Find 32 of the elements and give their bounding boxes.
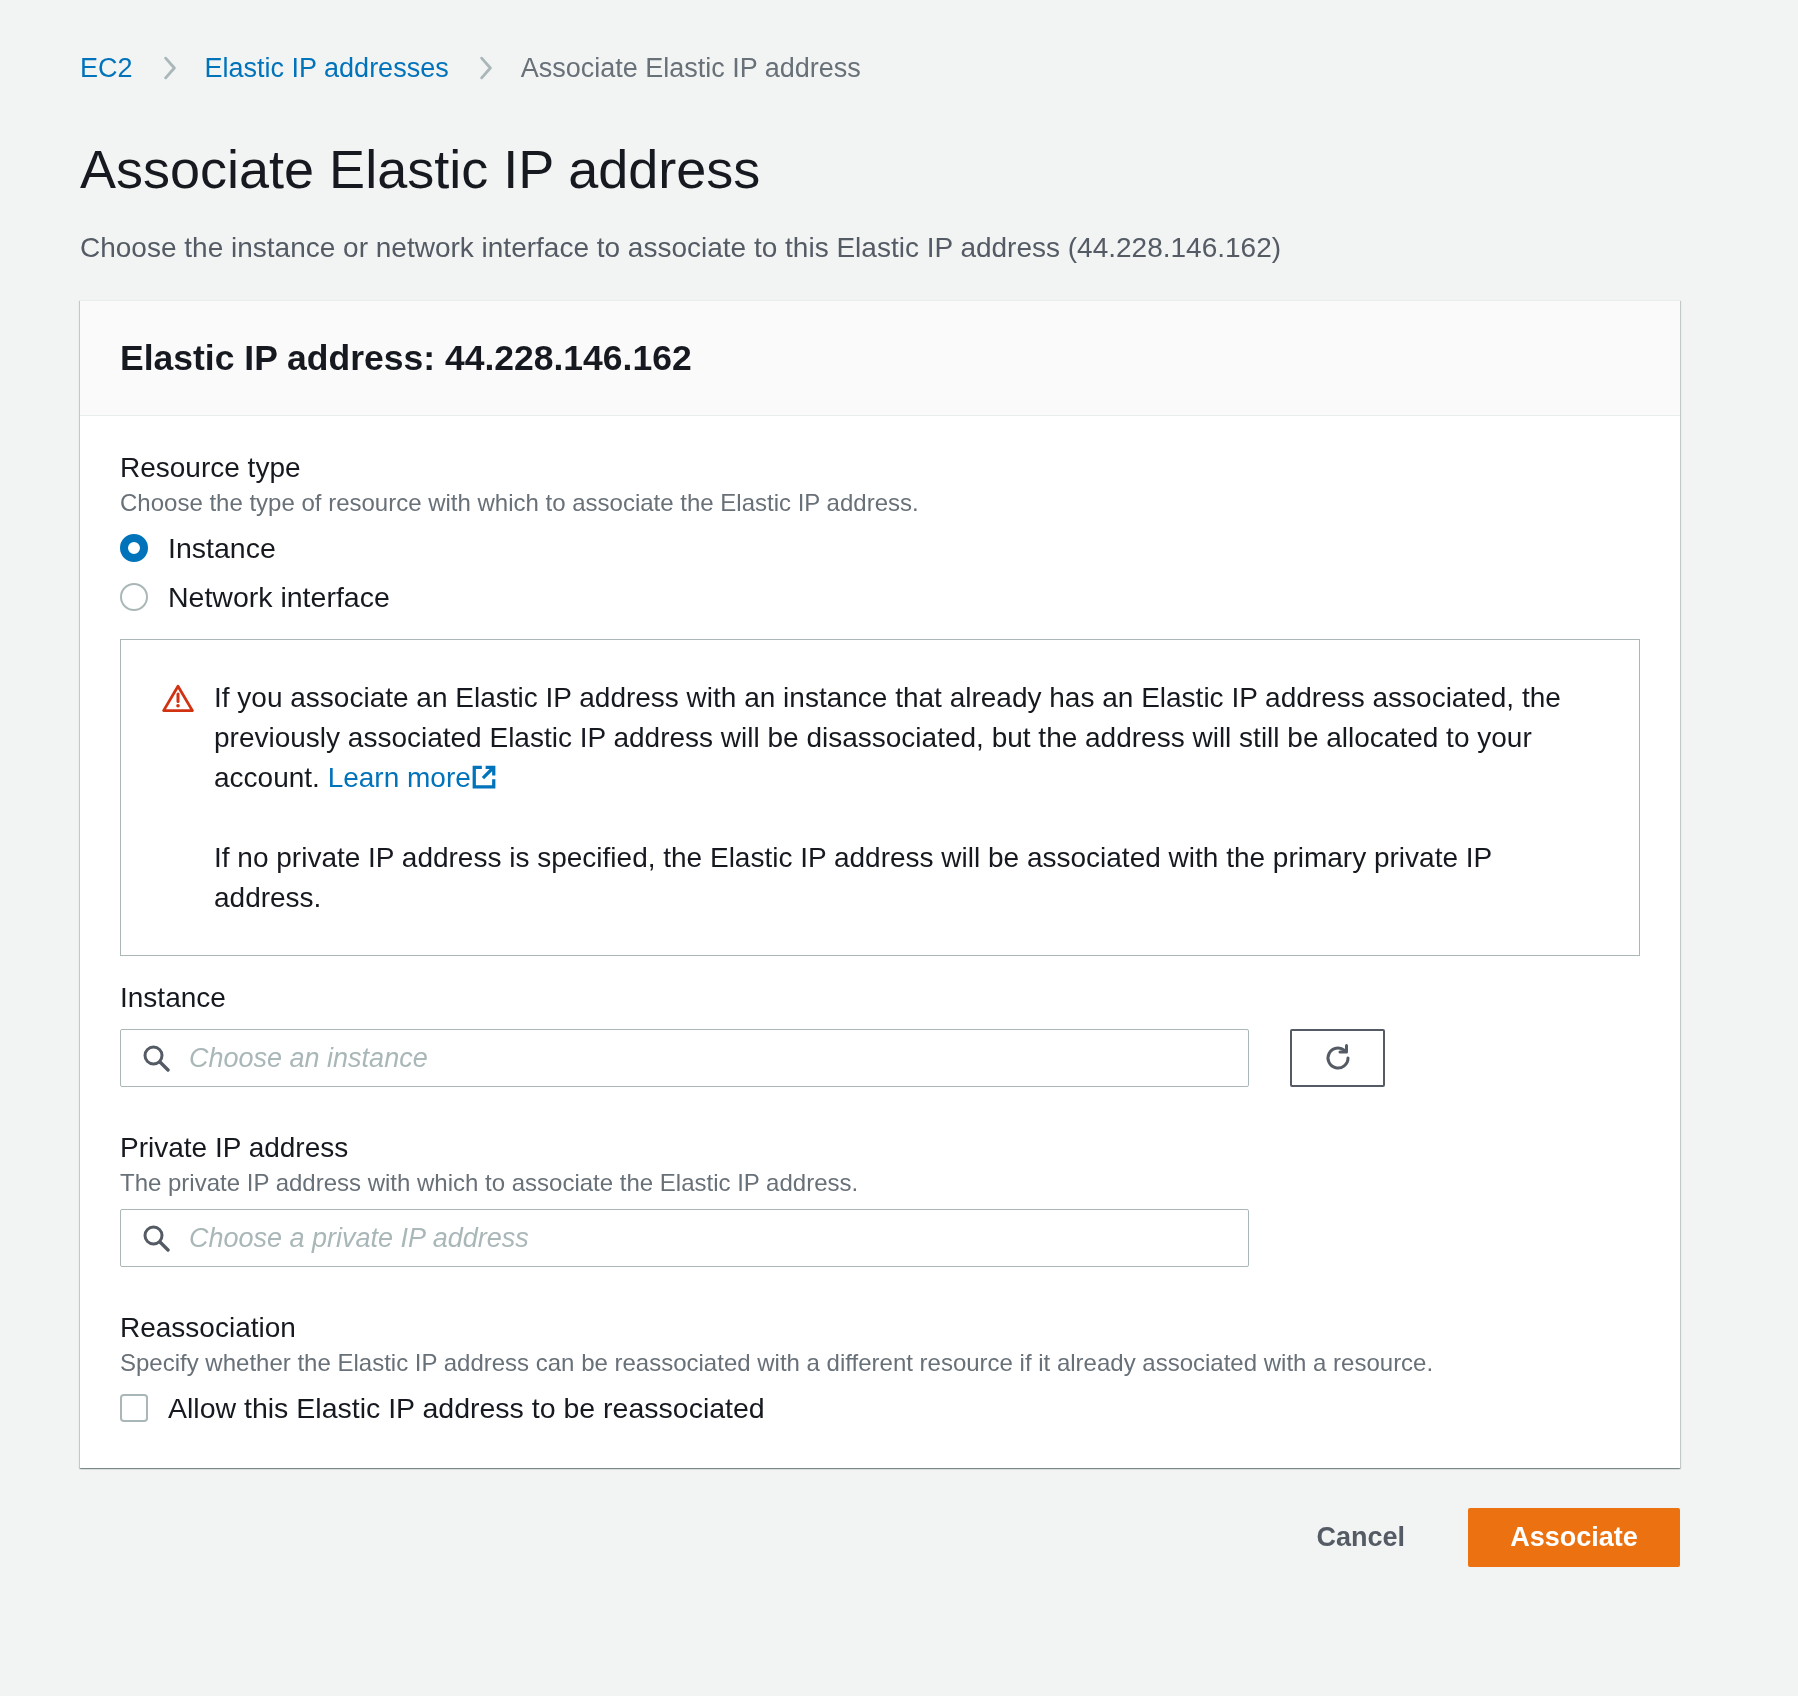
radio-label[interactable]: Instance [168,530,276,566]
field-label: Private IP address [120,1131,350,1165]
field-label: Resource type [120,451,302,485]
external-link-icon [470,764,497,790]
field-label: Reassociation [120,1311,297,1345]
field-description: The private IP address with which to associate the Elastic IP address. [120,1168,860,1198]
breadcrumb-current: Associate Elastic IP address [520,52,861,85]
breadcrumb-link[interactable]: EC2 [80,48,133,88]
chevron-icon [162,56,177,80]
alert-text: If you associate an Elastic IP address with an instance that already has an Elastic IP address associated, the previously associated Elastic IP address will be disassociated, but the address will still be allocated to your account. Learn more [214,681,1562,795]
chevron-icon [478,56,493,80]
learn-more-link[interactable]: Learn more [327,762,497,793]
cancel-button[interactable]: Cancel [1296,1508,1425,1567]
radio-label[interactable]: Network interface [168,579,390,615]
private-ip-search-field[interactable]: Choose a private IP address [120,1209,1249,1267]
field-description: Choose the type of resource with which to associate the Elastic IP address. [120,488,920,518]
search-icon [142,1044,170,1072]
radio-button[interactable] [120,583,148,611]
field-description: Specify whether the Elastic IP address can be reassociated with a different resource if it already associated with a resource. [120,1348,1435,1378]
page-description: Choose the instance or network interface to associate to this Elastic IP address (44.228.146.162) [80,231,1283,265]
refresh-button[interactable] [1290,1029,1385,1087]
breadcrumb-link[interactable]: Elastic IP addresses [204,48,449,88]
search-icon [142,1224,170,1252]
alert-text: If no private IP address is specified, the Elastic IP address will be associated with the primary private IP address. [214,841,1493,915]
checkbox[interactable] [120,1394,148,1422]
warning-icon [162,684,194,712]
instance-search-field[interactable]: Choose an instance [120,1029,1249,1087]
field-label: Instance [120,981,227,1015]
card-title: Elastic IP address: 44.228.146.162 [120,337,693,380]
page-title: Associate Elastic IP address [80,138,762,201]
checkbox-label[interactable]: Allow this Elastic IP address to be reassociated [168,1390,765,1426]
radio-button[interactable] [120,534,148,562]
